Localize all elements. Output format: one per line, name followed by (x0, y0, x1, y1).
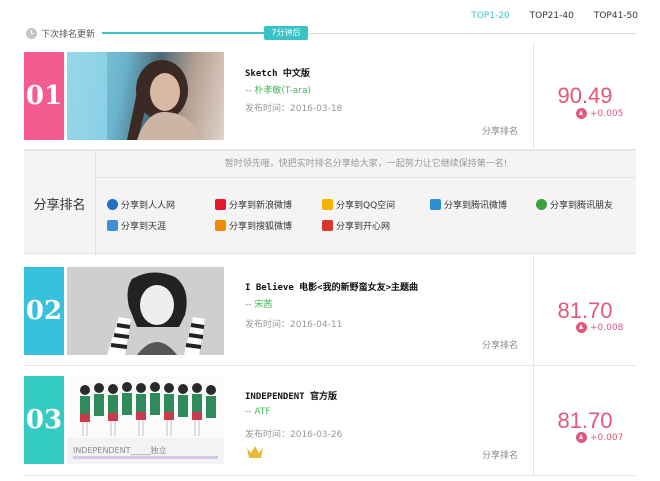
delta-value: +0.008 (590, 322, 624, 333)
score-value: 81.70 (557, 408, 613, 433)
share-sohu-weibo[interactable]: 分享到搜狐微博 (215, 218, 292, 232)
tab-top41-50[interactable]: TOP41-50 (584, 9, 648, 23)
rank-card-02: 02 I Believe 电影<我的新野蛮女友>主题曲 -- 宋茜 发布时间：2… (24, 256, 636, 366)
score-box: 81.70 +0.007 (533, 366, 636, 476)
score-value: 81.70 (557, 298, 613, 323)
score-box: 81.70 +0.008 (533, 256, 636, 366)
song-title[interactable]: INDEPENDENT 官方版 (245, 389, 337, 402)
qzone-icon (322, 198, 333, 210)
arrow-up-icon (576, 108, 587, 119)
share-qzone[interactable]: 分享到QQ空间 (322, 197, 395, 211)
tab-top1-20[interactable]: TOP1-20 (461, 9, 519, 23)
update-timer: 下次排名更新 7分钟后 (24, 26, 636, 42)
sohu-weibo-icon (215, 219, 226, 231)
share-tip: 暂时领先哦，快把实时排名分享给大家，一起努力让它继续保持第一名! (96, 151, 636, 178)
tab-top21-40[interactable]: TOP21-40 (520, 9, 584, 23)
share-tianya-label: 分享到天涯 (121, 221, 167, 232)
delta-value: +0.005 (590, 108, 624, 119)
crown-icon (246, 444, 264, 458)
timer-badge: 7分钟后 (264, 26, 308, 40)
artist-line: -- 宋茜 (245, 297, 272, 310)
release-date: 发布时间：2016-04-11 (245, 320, 343, 330)
cover-image[interactable] (67, 52, 224, 140)
share-panel-title: 分享排名 (24, 151, 96, 255)
cover-image[interactable] (67, 267, 224, 355)
score-delta: +0.005 (576, 108, 623, 119)
tianya-icon (107, 219, 118, 231)
share-renren-label: 分享到人人网 (121, 200, 176, 211)
share-sina-weibo-label: 分享到新浪微博 (229, 200, 293, 211)
share-sohu-weibo-label: 分享到搜狐微博 (229, 221, 293, 232)
arrow-up-icon (576, 322, 587, 333)
share-ranking-link[interactable]: 分享排名 (482, 338, 518, 351)
share-tianya[interactable]: 分享到天涯 (107, 218, 166, 232)
score-delta: +0.007 (576, 432, 623, 443)
share-kaixin-label: 分享到开心网 (336, 221, 391, 232)
clock-icon (26, 28, 37, 39)
artist-link[interactable]: 朴孝敏(T-ara) (254, 86, 311, 96)
artist-link[interactable]: 宋茜 (254, 300, 272, 310)
delta-value: +0.007 (590, 432, 624, 443)
song-title[interactable]: Sketch 中文版 (245, 66, 310, 79)
ranking-tabs: TOP1-20 TOP21-40 TOP41-50 (461, 9, 648, 23)
artist-prefix: -- (245, 86, 255, 96)
share-sina-weibo[interactable]: 分享到新浪微博 (215, 197, 292, 211)
artist-link[interactable]: ATF (254, 407, 270, 417)
rank-number: 02 (24, 267, 64, 355)
share-tencent-pengyou[interactable]: 分享到腾讯朋友 (536, 197, 613, 211)
score-delta: +0.008 (576, 322, 623, 333)
arrow-up-icon (576, 432, 587, 443)
rank-card-01: 01 Sketch 中文版 -- 朴孝敏(T-ara) 发布时间：2016-03… (24, 42, 636, 150)
share-tencent-pengyou-label: 分享到腾讯朋友 (550, 200, 614, 211)
song-title[interactable]: I Believe 电影<我的新野蛮女友>主题曲 (245, 280, 418, 293)
release-date: 发布时间：2016-03-18 (245, 104, 343, 114)
artist-prefix: -- (245, 300, 255, 310)
score-box: 90.49 +0.005 (533, 42, 636, 150)
renren-icon (107, 198, 118, 210)
share-tencent-weibo[interactable]: 分享到腾讯微博 (430, 197, 507, 211)
share-ranking-link[interactable]: 分享排名 (482, 124, 518, 137)
timer-label: 下次排名更新 (41, 30, 96, 40)
rank-number: 03 (24, 376, 64, 464)
share-kaixin[interactable]: 分享到开心网 (322, 218, 390, 232)
artist-prefix: -- (245, 407, 255, 417)
rank-number: 01 (24, 52, 64, 140)
artist-line: -- ATF (245, 407, 271, 417)
tencent-weibo-icon (430, 198, 441, 210)
tencent-pengyou-icon (536, 198, 547, 210)
share-ranking-link[interactable]: 分享排名 (482, 448, 518, 461)
timer-progress (102, 32, 266, 34)
weibo-icon (215, 198, 226, 210)
score-value: 90.49 (557, 83, 613, 108)
kaixin-icon (322, 219, 333, 231)
share-renren[interactable]: 分享到人人网 (107, 197, 175, 211)
share-panel: 分享排名 暂时领先哦，快把实时排名分享给大家，一起努力让它继续保持第一名! 分享… (24, 150, 636, 255)
artist-line: -- 朴孝敏(T-ara) (245, 83, 311, 96)
share-qzone-label: 分享到QQ空间 (336, 200, 396, 211)
share-tencent-weibo-label: 分享到腾讯微博 (444, 200, 508, 211)
cover-image[interactable]: INDEPENDENT_____独立 (67, 376, 224, 464)
cover-caption: INDEPENDENT_____独立 (73, 445, 167, 455)
rank-card-03: 03 INDEPENDENT_____独立 INDEPENDENT 官方版 --… (24, 366, 636, 476)
release-date: 发布时间：2016-03-26 (245, 430, 343, 440)
